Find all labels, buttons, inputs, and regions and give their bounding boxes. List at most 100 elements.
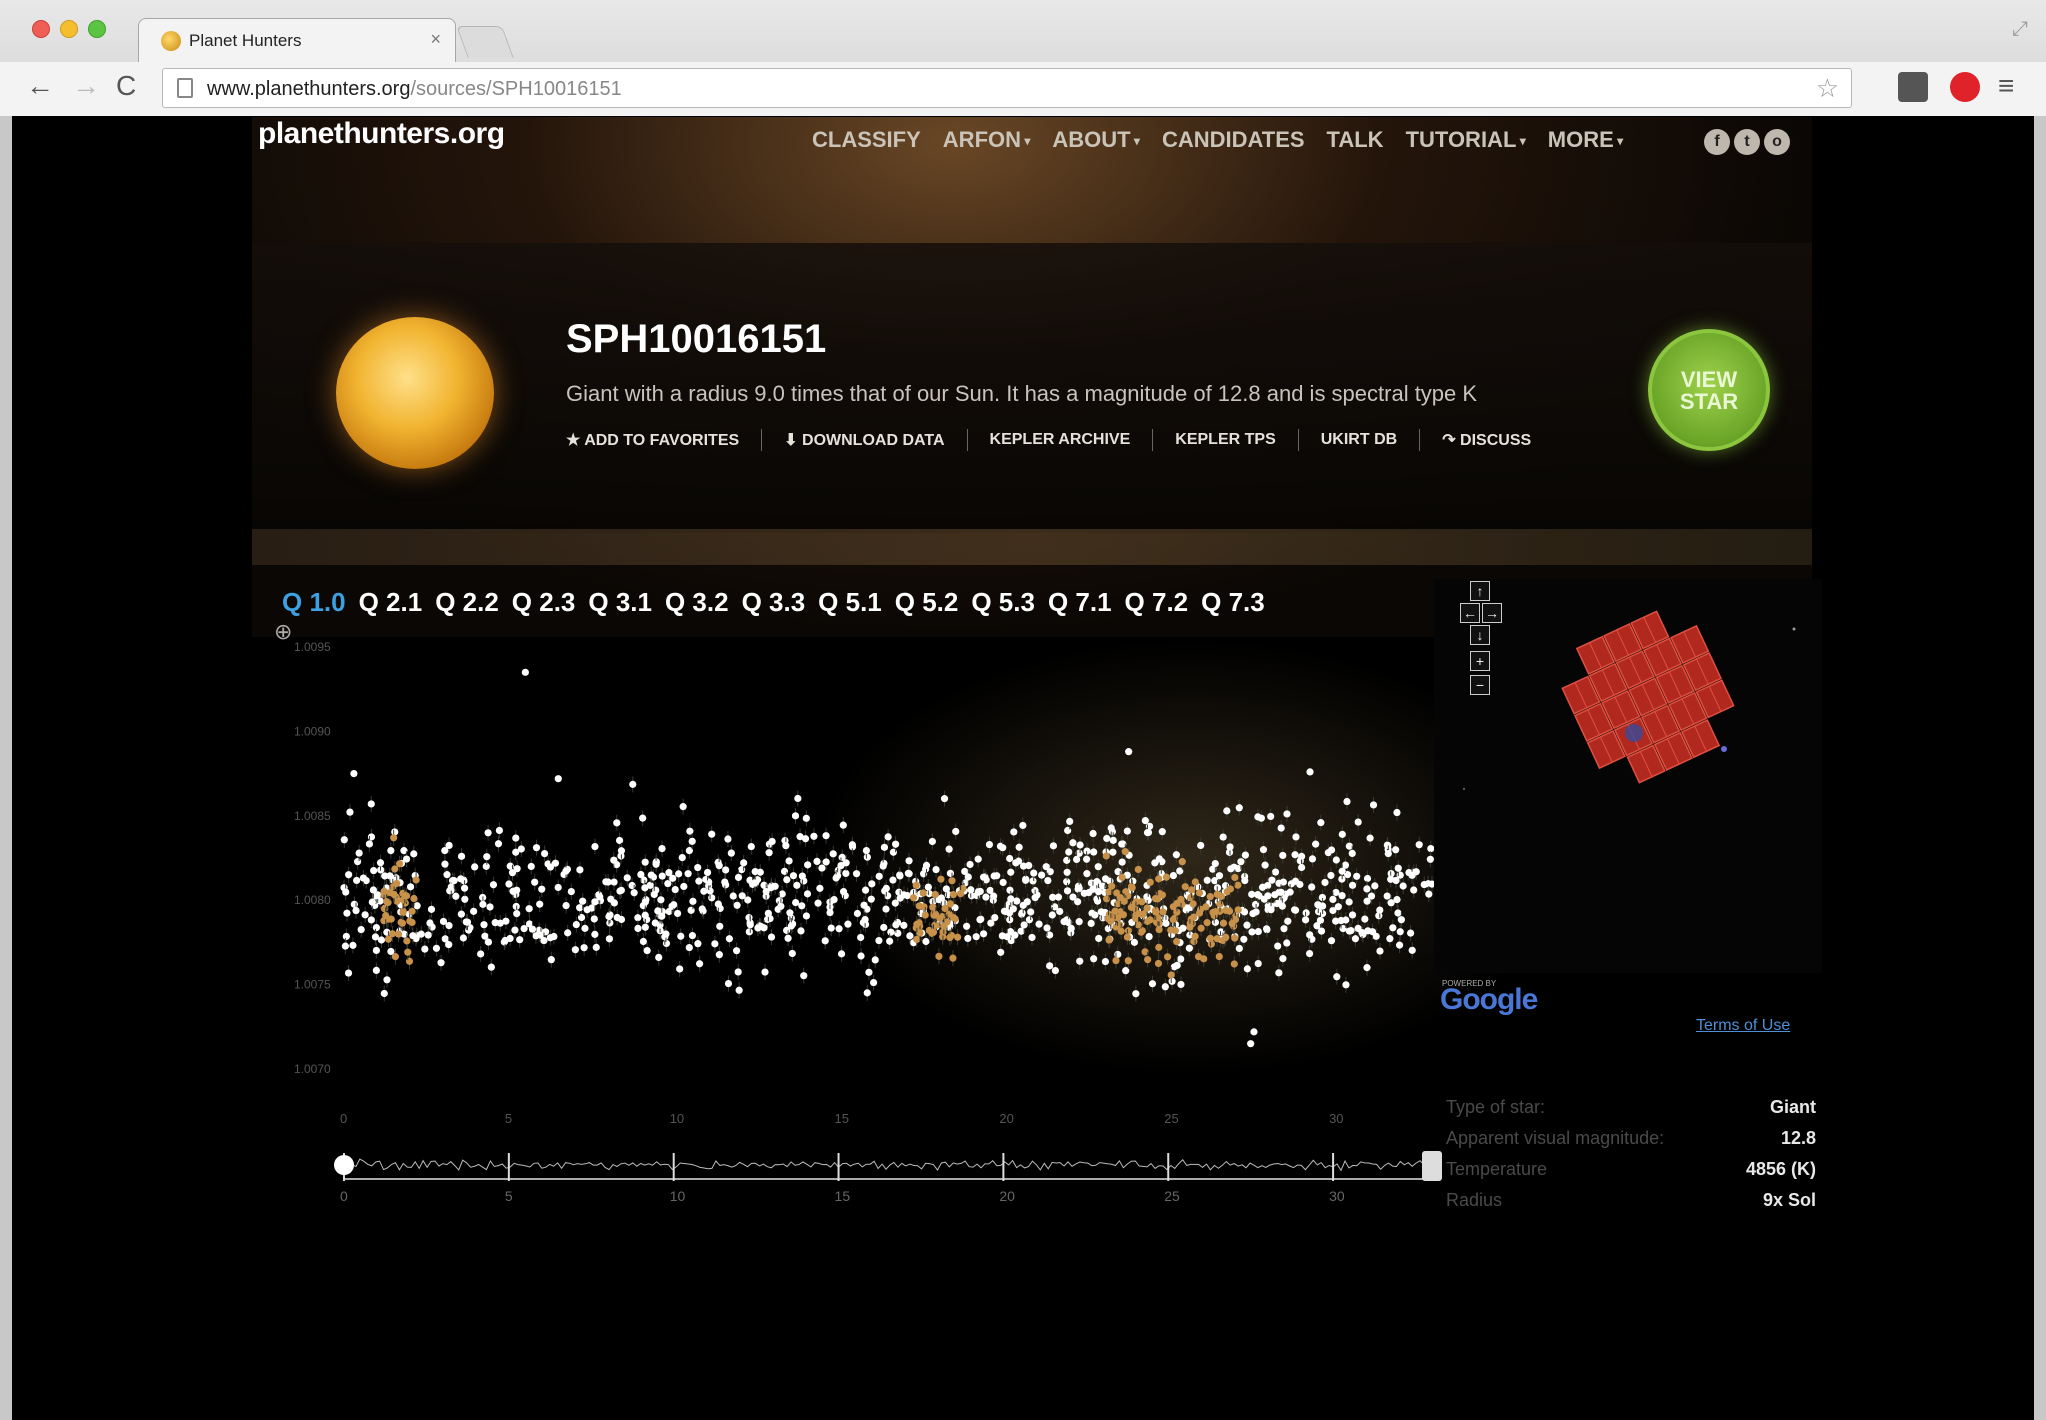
- pan-down-button[interactable]: ↓: [1470, 625, 1490, 645]
- kepler-archive-link[interactable]: KEPLER ARCHIVE: [990, 431, 1131, 449]
- nav-item-arfon[interactable]: ARFON ▾: [943, 127, 1031, 153]
- data-point: [727, 849, 735, 857]
- data-point: [976, 916, 984, 924]
- site-logo[interactable]: planethunters.org: [258, 117, 505, 151]
- maximize-window-button[interactable]: [88, 20, 106, 38]
- data-point: [837, 950, 846, 958]
- data-point: [383, 976, 391, 984]
- data-point: [457, 852, 466, 860]
- nav-item-candidates[interactable]: CANDIDATES: [1162, 127, 1305, 153]
- data-point: [782, 842, 790, 850]
- twitter-icon[interactable]: t: [1734, 129, 1760, 155]
- data-point: [1384, 849, 1392, 858]
- sky-map[interactable]: ↑ ← → ↓ + −: [1434, 579, 1822, 973]
- y-tick-label: 1.0070: [294, 1062, 331, 1076]
- data-point: [651, 919, 659, 927]
- facebook-icon[interactable]: f: [1704, 129, 1730, 155]
- quarter-tab-31[interactable]: Q 3.1: [588, 587, 652, 618]
- view-star-button[interactable]: VIEW STAR: [1648, 329, 1770, 451]
- data-point: [541, 849, 549, 858]
- data-point: [1162, 873, 1170, 881]
- main-navigation: CLASSIFY ARFON ▾ ABOUT ▾ CANDIDATES TALK TUTO…: [812, 127, 1645, 153]
- data-point: [894, 929, 902, 937]
- data-point: [1215, 952, 1223, 961]
- timeline-end-handle[interactable]: [1422, 1151, 1442, 1181]
- data-point: [550, 932, 558, 941]
- nav-item-talk[interactable]: TALK: [1327, 127, 1384, 153]
- data-point: [1090, 848, 1098, 856]
- data-point: [732, 947, 741, 955]
- data-point: [483, 853, 491, 861]
- terms-of-use-link[interactable]: Terms of Use: [1696, 1017, 1790, 1035]
- close-window-button[interactable]: [32, 20, 50, 38]
- pan-right-button[interactable]: →: [1482, 603, 1502, 623]
- address-bar[interactable]: www.planethunters.org/sources/SPH1001615…: [162, 68, 1852, 108]
- data-point: [512, 848, 520, 856]
- light-curve-chart[interactable]: 1.0095 1.0090 1.0085 1.0080 1.0075 1.0070 0 5 10…: [252, 617, 1442, 1417]
- data-point: [1327, 937, 1336, 945]
- data-point: [426, 919, 434, 927]
- data-point: [1268, 876, 1276, 884]
- data-point: [386, 872, 394, 880]
- back-button[interactable]: ←: [26, 70, 54, 102]
- data-point: [1278, 902, 1286, 910]
- reload-button[interactable]: C: [116, 70, 136, 102]
- data-point: [1075, 884, 1083, 892]
- data-point: [931, 890, 939, 899]
- quarter-tab-10[interactable]: Q 1.0: [282, 587, 346, 618]
- x-tick-label: 20: [999, 1111, 1013, 1126]
- quarter-tab-23[interactable]: Q 2.3: [512, 587, 576, 618]
- quarter-tab-21[interactable]: Q 2.1: [359, 587, 423, 618]
- data-point: [1316, 916, 1325, 925]
- fullscreen-icon[interactable]: ⤢: [2012, 18, 2028, 41]
- data-point: [484, 938, 493, 946]
- zoom-in-button[interactable]: +: [1470, 651, 1490, 671]
- target-star-marker: [1625, 724, 1643, 742]
- data-point: [459, 934, 467, 942]
- nav-item-classify[interactable]: CLASSIFY: [812, 127, 921, 153]
- data-point: [1271, 891, 1279, 899]
- download-data-link[interactable]: ⬇ DOWNLOAD DATA: [784, 430, 944, 450]
- data-point: [547, 956, 555, 964]
- kepler-tps-link[interactable]: KEPLER TPS: [1175, 431, 1275, 449]
- quarter-tab-53[interactable]: Q 5.3: [971, 587, 1035, 618]
- data-point: [906, 932, 914, 940]
- pan-up-button[interactable]: ↑: [1470, 581, 1490, 601]
- bookmark-star-icon[interactable]: ☆: [1816, 73, 1839, 104]
- quarter-tab-32[interactable]: Q 3.2: [665, 587, 729, 618]
- quarter-tab-22[interactable]: Q 2.2: [435, 587, 499, 618]
- forward-button[interactable]: →: [72, 70, 100, 102]
- data-point: [804, 861, 812, 869]
- quarter-tab-52[interactable]: Q 5.2: [895, 587, 959, 618]
- extension-icon[interactable]: [1898, 72, 1928, 102]
- pan-left-button[interactable]: ←: [1460, 603, 1480, 623]
- data-point: [922, 861, 931, 869]
- add-to-favorites-link[interactable]: ★ ADD TO FAVORITES: [566, 430, 739, 450]
- tab-close-icon[interactable]: ×: [430, 29, 441, 50]
- data-point: [1197, 924, 1205, 932]
- action-separator: [1152, 429, 1154, 451]
- minimize-window-button[interactable]: [60, 20, 78, 38]
- data-point: [1206, 893, 1214, 901]
- timeline-start-handle[interactable]: [334, 1155, 354, 1175]
- discuss-link[interactable]: ↷ DISCUSS: [1442, 430, 1531, 450]
- data-point: [581, 924, 589, 932]
- quarter-tab-72[interactable]: Q 7.2: [1125, 587, 1189, 618]
- new-tab-button[interactable]: [456, 26, 514, 58]
- chart-zoom-icon[interactable]: ⊕: [274, 620, 292, 645]
- data-point: [1197, 841, 1205, 850]
- ukirt-db-link[interactable]: UKIRT DB: [1321, 431, 1397, 449]
- browser-tab[interactable]: Planet Hunters ×: [138, 18, 456, 62]
- opera-extension-icon[interactable]: [1950, 72, 1980, 102]
- zoom-out-button[interactable]: −: [1470, 675, 1490, 695]
- quarter-tab-71[interactable]: Q 7.1: [1048, 587, 1112, 618]
- quarter-tab-33[interactable]: Q 3.3: [742, 587, 806, 618]
- nav-item-tutorial[interactable]: TUTORIAL ▾: [1406, 127, 1526, 153]
- nav-item-about[interactable]: ABOUT ▾: [1052, 127, 1140, 153]
- quarter-tab-51[interactable]: Q 5.1: [818, 587, 882, 618]
- blog-icon[interactable]: o: [1764, 129, 1790, 155]
- browser-menu-icon[interactable]: ≡: [1998, 70, 2014, 102]
- data-point: [1261, 861, 1269, 869]
- nav-item-more[interactable]: MORE ▾: [1548, 127, 1623, 153]
- quarter-tab-73[interactable]: Q 7.3: [1201, 587, 1265, 618]
